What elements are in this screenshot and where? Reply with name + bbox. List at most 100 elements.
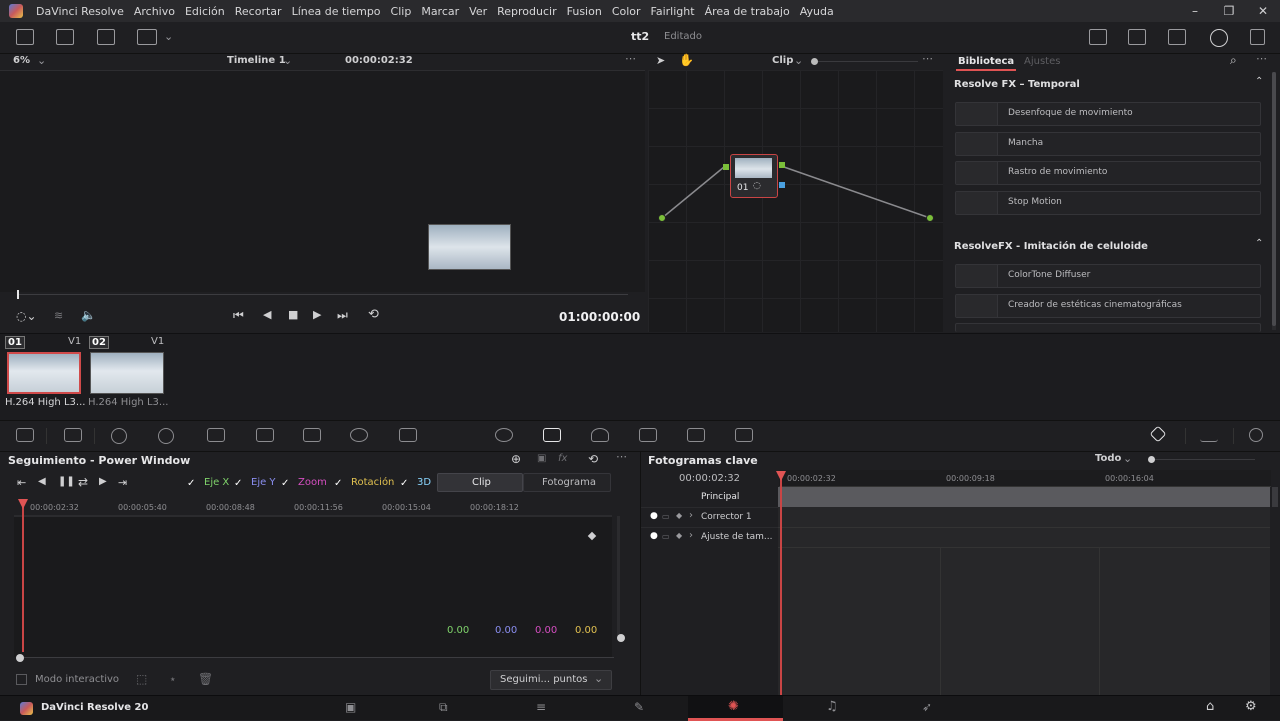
track-forward-end-icon[interactable]: ⇥ (118, 476, 127, 489)
settings-sliders-icon[interactable] (1128, 29, 1146, 45)
tab-ajustes[interactable]: Ajustes (1024, 56, 1060, 67)
tab-fotograma[interactable]: Fotograma (523, 473, 611, 492)
kf-row[interactable]: ● ▭ ◆ › Corrector 1 (641, 507, 779, 527)
chevron-up-icon[interactable]: ⌃ (1255, 238, 1263, 249)
stop-icon[interactable]: ■ (288, 308, 298, 321)
node-graph[interactable]: 01 ◌ (648, 70, 943, 332)
close-icon[interactable]: ✕ (1246, 4, 1280, 18)
checkbox-zoom[interactable]: ✓ (281, 476, 290, 489)
fx-item[interactable]: Creador de estéticas cinematográficas (955, 294, 1261, 318)
menu-fusion[interactable]: Fusion (562, 5, 607, 18)
go-to-end-icon[interactable]: ⏭ (337, 308, 348, 323)
eyedropper-icon[interactable] (447, 428, 465, 442)
checkbox-3d[interactable]: ✓ (400, 476, 409, 489)
fx-item[interactable]: Stop Motion (955, 191, 1261, 215)
window-icon[interactable] (495, 428, 513, 442)
keyframes-grid[interactable] (778, 487, 1270, 695)
minimize-icon[interactable]: – (1178, 4, 1212, 18)
kf-zoom-track[interactable] (1155, 459, 1255, 460)
chevron-down-icon[interactable]: ⌄ (164, 30, 173, 43)
view-options-icon[interactable]: ◌⌄ (16, 309, 37, 323)
delete-point-icon[interactable]: 🗑 (198, 672, 213, 686)
visibility-icon[interactable]: ● (650, 511, 658, 521)
lock-icon[interactable]: ▭ (662, 512, 670, 521)
chevron-down-icon[interactable]: ⌄ (794, 54, 803, 67)
qualifier-icon[interactable] (399, 428, 417, 442)
track-both-icon[interactable]: ⇄ (78, 475, 88, 489)
node-mode-select[interactable]: Clip (772, 55, 793, 66)
more-icon[interactable]: ⋯ (922, 52, 933, 65)
node-output-blue[interactable] (779, 182, 785, 188)
vertical-zoom-handle[interactable] (617, 634, 625, 642)
track-backward-icon[interactable]: ◀ (38, 476, 46, 487)
volume-icon[interactable]: 🔈 (81, 308, 96, 322)
node-input-green[interactable] (723, 164, 729, 170)
lut-icon[interactable] (97, 29, 115, 45)
hdr-wheels-icon[interactable] (158, 428, 174, 444)
keyframes-filter[interactable]: Todo (1095, 453, 1121, 464)
graph-keyframe-marker[interactable] (587, 531, 597, 541)
expand-icon[interactable]: › (689, 510, 693, 521)
horizontal-zoom-track[interactable] (20, 657, 614, 658)
keyframes-ruler[interactable]: 00:00:02:32 00:00:09:18 00:00:16:04 (779, 470, 1271, 487)
pause-icon[interactable]: ❚❚ (58, 476, 75, 487)
clips-icon[interactable] (137, 29, 157, 45)
checkbox-eje-x[interactable]: ✓ (187, 476, 196, 489)
visibility-icon[interactable]: ● (650, 531, 658, 541)
zoom-slider-track[interactable] (818, 61, 918, 62)
menu-fairlight[interactable]: Fairlight (646, 5, 700, 18)
step-back-icon[interactable]: ◀ (263, 308, 271, 321)
lock-icon[interactable]: ▭ (662, 532, 670, 541)
page-color-tab[interactable]: ✺ (688, 696, 783, 721)
interactive-mode-checkbox[interactable] (16, 674, 27, 685)
page-fairlight-icon[interactable]: ♫ (826, 699, 838, 714)
tracker-playhead[interactable] (22, 500, 24, 652)
maximize-icon[interactable]: ❐ (1212, 4, 1246, 18)
output-node-dot[interactable] (926, 214, 934, 222)
menu-edicion[interactable]: Edición (180, 5, 230, 18)
keyframe-diamond-icon[interactable]: ◆ (676, 531, 682, 540)
menu-app[interactable]: DaVinci Resolve (31, 5, 129, 18)
fx-icon[interactable] (1210, 29, 1228, 47)
more-icon[interactable]: ⋯ (625, 52, 636, 65)
menu-color[interactable]: Color (607, 5, 646, 18)
layers-icon[interactable]: ≋ (54, 309, 63, 322)
more-icon[interactable]: ⋯ (616, 450, 627, 463)
pointer-icon[interactable]: ➤ (656, 54, 665, 67)
chevron-down-icon[interactable]: ⌄ (283, 54, 292, 67)
reset-icon[interactable]: ⟲ (588, 452, 598, 466)
menu-clip[interactable]: Clip (386, 5, 417, 18)
share-icon[interactable] (1089, 29, 1107, 45)
zoom-select[interactable]: 6% (13, 55, 30, 66)
menu-ver[interactable]: Ver (464, 5, 492, 18)
track-forward-icon[interactable]: ▶ (99, 476, 107, 487)
menu-ayuda[interactable]: Ayuda (795, 5, 839, 18)
checkbox-rotacion[interactable]: ✓ (334, 476, 343, 489)
key-icon[interactable] (687, 428, 705, 442)
page-deliver-icon[interactable]: ➶ (922, 700, 932, 714)
chevron-down-icon[interactable]: ⌄ (37, 54, 46, 67)
scrubber-track[interactable] (18, 294, 628, 295)
color-match-icon[interactable] (64, 428, 82, 442)
app-logo-icon[interactable] (9, 4, 23, 18)
page-cut-icon[interactable]: ⧉ (439, 700, 448, 715)
add-point-icon[interactable]: ⋆ (169, 672, 177, 686)
sizing-icon[interactable] (735, 428, 753, 442)
tracker-ruler[interactable]: 00:00:02:32 00:00:05:40 00:00:08:48 00:0… (14, 498, 612, 516)
blur-icon[interactable] (639, 428, 657, 442)
scrollbar-thumb[interactable] (1272, 72, 1276, 326)
principal-track-bar[interactable] (778, 487, 1270, 507)
camera-icon[interactable]: ▣ (537, 453, 546, 464)
curves-icon[interactable] (303, 428, 321, 442)
scopes-icon[interactable] (1200, 428, 1218, 442)
more-icon[interactable]: ⋯ (1256, 52, 1267, 65)
grid-icon[interactable] (1250, 29, 1265, 45)
go-to-start-icon[interactable]: ⏮ (233, 308, 244, 323)
viewer-timecode[interactable]: 00:00:02:32 (345, 55, 413, 66)
menu-marcar[interactable]: Marcar (416, 5, 464, 18)
track-backward-end-icon[interactable]: ⇤ (17, 476, 26, 489)
color-wheels-icon[interactable] (111, 428, 127, 444)
source-node-dot[interactable] (658, 214, 666, 222)
kf-zoom-handle[interactable] (1148, 456, 1155, 463)
node-editor-icon[interactable] (1168, 29, 1186, 45)
